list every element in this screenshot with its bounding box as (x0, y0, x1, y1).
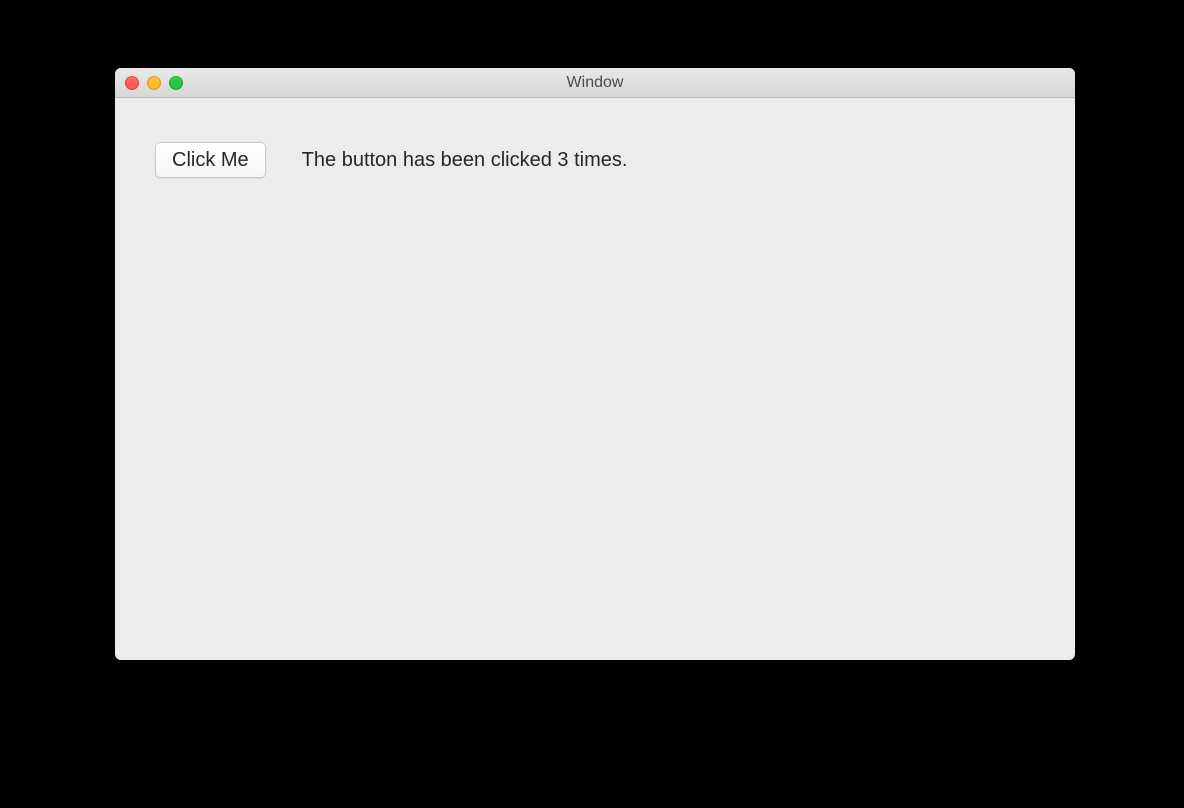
window-title: Window (115, 74, 1075, 92)
minimize-icon[interactable] (147, 76, 161, 90)
click-count-label: The button has been clicked 3 times. (302, 149, 628, 172)
app-window: Window Click Me The button has been clic… (115, 68, 1075, 660)
click-me-button[interactable]: Click Me (155, 142, 266, 178)
window-content: Click Me The button has been clicked 3 t… (115, 98, 1075, 222)
close-icon[interactable] (125, 76, 139, 90)
traffic-lights (115, 76, 183, 90)
maximize-icon[interactable] (169, 76, 183, 90)
titlebar: Window (115, 68, 1075, 98)
